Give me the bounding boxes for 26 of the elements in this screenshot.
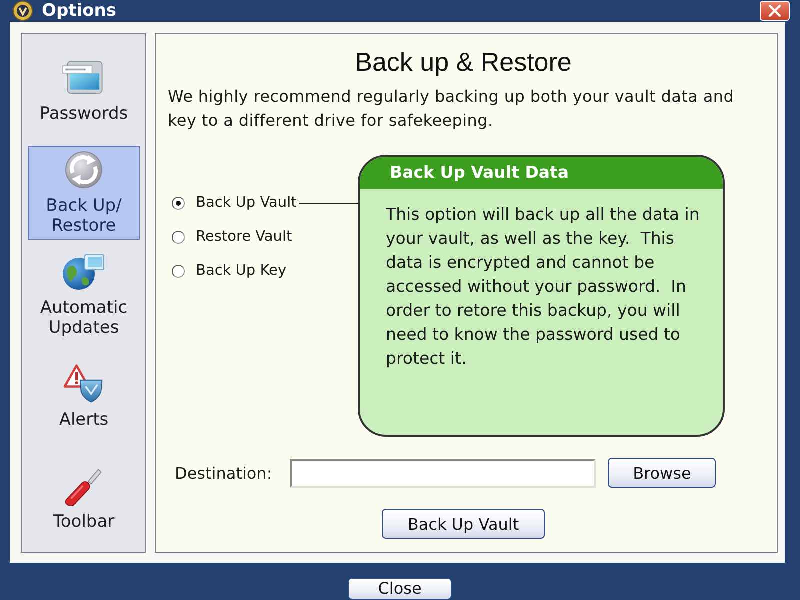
- window-title: Options: [42, 1, 116, 21]
- close-icon: [769, 5, 781, 17]
- radio-button[interactable]: [172, 196, 185, 210]
- sidebar-item[interactable]: Passwords: [28, 44, 140, 138]
- browse-button[interactable]: Browse: [608, 458, 716, 488]
- back-up-vault-button[interactable]: Back Up Vault: [382, 509, 545, 539]
- radio-button[interactable]: [172, 264, 185, 278]
- globe-icon: [62, 252, 106, 292]
- description-text: We highly recommend regularly backing up both your vault data and key to a different drive for safekeeping.: [168, 86, 736, 132]
- close-window-button[interactable]: [760, 1, 790, 21]
- radio-label[interactable]: Back Up Key: [196, 263, 287, 279]
- info-panel-title: Back Up Vault Data: [360, 157, 723, 189]
- page-title: Back up & Restore: [355, 46, 572, 78]
- sidebar-item[interactable]: Toolbar: [28, 452, 140, 546]
- radio-label[interactable]: Back Up Vault: [196, 195, 297, 211]
- sidebar-item[interactable]: Automatic Updates: [28, 248, 140, 342]
- leader-line: [298, 202, 358, 204]
- emblem-icon: [13, 1, 33, 21]
- radio-label[interactable]: Restore Vault: [196, 229, 292, 245]
- sidebar-item[interactable]: Alerts: [28, 350, 140, 444]
- destination-label: Destination:: [175, 464, 272, 482]
- radio-button[interactable]: [172, 230, 185, 244]
- destination-field[interactable]: [290, 458, 596, 488]
- close-button[interactable]: Close: [348, 578, 452, 600]
- info-text: This option will back up all the data in your vault, as well as the key. This data is encrypted and cannot be accessed without your password. In order to retore this backup, you will need to know the password used to protect it.: [386, 204, 701, 370]
- sidebar-item[interactable]: Back Up/ Restore: [28, 146, 140, 240]
